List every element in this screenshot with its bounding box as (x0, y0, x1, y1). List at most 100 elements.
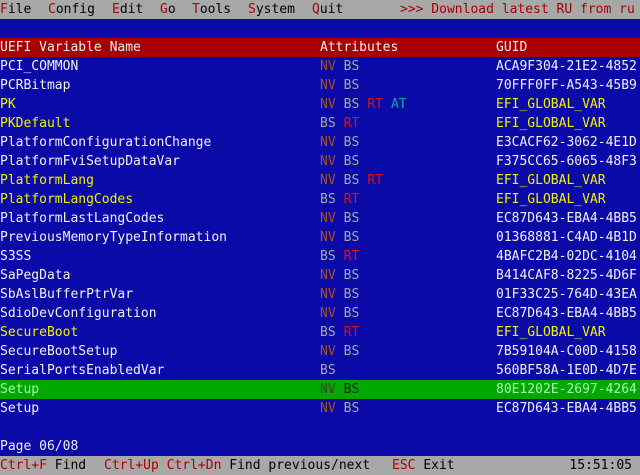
table-row[interactable]: SbAslBufferPtrVar NV BS 01F33C25-764D-43EA (0, 285, 640, 304)
attribute-bs: BS (343, 211, 360, 226)
variable-attributes: NV BS (320, 76, 490, 95)
table-row[interactable]: PlatformFviSetupDataVar NV BS F375CC65-6065… (0, 152, 640, 171)
variable-name: PCRBitmap (0, 78, 71, 93)
variable-guid: EC87D643-EBA4-4BB5 (496, 401, 637, 416)
variable-attributes: NV BS (320, 399, 490, 418)
table-row[interactable]: PlatformLastLangCodes NV BS EC87D643-EBA4-4… (0, 209, 640, 228)
table-row[interactable]: PCI_COMMON NV BS ACA9F304-21E2-4852 (0, 57, 640, 76)
menu-config[interactable]: Config (48, 1, 95, 18)
variable-guid: EC87D643-EBA4-4BB5 (496, 211, 637, 226)
attribute-nv: NV (320, 306, 336, 321)
variable-attributes: NV BS RT (320, 171, 490, 190)
variable-attributes: NV BS (320, 285, 490, 304)
variable-attributes: NV BS (320, 133, 490, 152)
table-row[interactable]: PreviousMemoryTypeInformation NV BS 0136888… (0, 228, 640, 247)
header-attributes[interactable]: Attributes (320, 38, 490, 57)
table-row[interactable]: PCRBitmap NV BS 70FFF0FF-A543-45B9 (0, 76, 640, 95)
table-row[interactable]: SaPegData NV BS B414CAF8-8225-4D6F (0, 266, 640, 285)
variable-name: SecureBoot (0, 325, 79, 340)
attribute-nv: NV (320, 154, 336, 169)
variable-name: SdioDevConfiguration (0, 306, 157, 321)
variable-name: SerialPortsEnabledVar (0, 363, 165, 378)
variable-guid: EC87D643-EBA4-4BB5 (496, 306, 637, 321)
attribute-rt: RT (343, 325, 360, 340)
attribute-nv: NV (320, 401, 336, 416)
table-row[interactable]: PK NV BS RT AT EFI_GLOBAL_VAR (0, 95, 640, 114)
attribute-nv: NV (320, 211, 336, 226)
variable-attributes: NV BS (320, 266, 490, 285)
attribute-bs: BS (343, 287, 360, 302)
variable-name: SaPegData (0, 268, 71, 283)
find-shortcut[interactable]: Ctrl+F Find (0, 456, 86, 475)
menu-file[interactable]: File (0, 1, 31, 18)
variable-attributes: NV BS (320, 342, 490, 361)
table-row[interactable]: PlatformLang NV BS RT EFI_GLOBAL_VAR (0, 171, 640, 190)
menu-edit[interactable]: Edit (112, 1, 143, 18)
status-bar: Ctrl+F Find Ctrl+Up Ctrl+Dn Find previou… (0, 456, 640, 475)
variable-attributes: BS RT (320, 323, 490, 342)
attribute-rt: RT (343, 249, 360, 264)
attribute-nv: NV (320, 97, 336, 112)
variable-name: SbAslBufferPtrVar (0, 287, 134, 302)
attribute-bs: BS (343, 154, 360, 169)
attribute-bs: BS (343, 344, 360, 359)
variable-guid: EFI_GLOBAL_VAR (496, 116, 606, 131)
variable-name: PlatformLastLangCodes (0, 211, 165, 226)
attribute-bs: BS (320, 363, 336, 378)
download-ticker[interactable]: >>> Download latest RU from ru (400, 1, 635, 18)
exit-shortcut[interactable]: ESC Exit (392, 456, 455, 475)
attribute-rt: RT (343, 116, 360, 131)
variable-name: PlatformFviSetupDataVar (0, 154, 181, 169)
variable-guid: 7B59104A-C00D-4158 (496, 344, 637, 359)
table-row[interactable]: SecureBootSetup NV BS 7B59104A-C00D-4158 (0, 342, 640, 361)
variable-guid: B414CAF8-8225-4D6F (496, 268, 637, 283)
attribute-bs: BS (343, 97, 360, 112)
attribute-bs: BS (343, 173, 360, 188)
attribute-nv: NV (320, 287, 336, 302)
menu-go[interactable]: Go (160, 1, 176, 18)
variable-attributes: NV BS (320, 152, 490, 171)
menu-bar: File Config Edit Go Tools System Quit >>… (0, 0, 640, 19)
attribute-nv: NV (320, 135, 336, 150)
table-row[interactable]: PlatformLangCodes BS RT EFI_GLOBAL_VAR (0, 190, 640, 209)
variable-name: PKDefault (0, 116, 71, 131)
variable-guid: 70FFF0FF-A543-45B9 (496, 78, 637, 93)
variable-name: Setup (0, 401, 40, 416)
table-row[interactable]: SerialPortsEnabledVar BS 560BF58A-1E0D-4D7… (0, 361, 640, 380)
variable-guid: EFI_GLOBAL_VAR (496, 97, 606, 112)
variable-name: PlatformConfigurationChange (0, 135, 212, 150)
table-header: UEFI Variable Name Attributes GUID (0, 38, 640, 57)
attribute-nv: NV (320, 344, 336, 359)
variable-guid: EFI_GLOBAL_VAR (496, 173, 606, 188)
attribute-nv: NV (320, 78, 336, 93)
attribute-bs: BS (343, 268, 360, 283)
variable-attributes: BS RT (320, 190, 490, 209)
clock: 15:51:05 (569, 458, 632, 473)
variable-attributes: NV BS (320, 57, 490, 76)
menu-quit[interactable]: Quit (312, 1, 343, 18)
attribute-at: AT (390, 97, 407, 112)
variable-guid: F375CC65-6065-48F3 (496, 154, 637, 169)
attribute-bs: BS (320, 249, 336, 264)
find-prev-next-shortcut[interactable]: Ctrl+Up Ctrl+Dn Find previous/next (104, 456, 370, 475)
variable-attributes: NV BS (320, 380, 490, 399)
attribute-bs: BS (343, 401, 360, 416)
attribute-bs: BS (343, 78, 360, 93)
variable-attributes: NV BS (320, 304, 490, 323)
table-row[interactable]: S3SS BS RT 4BAFC2B4-02DC-4104 (0, 247, 640, 266)
menu-tools[interactable]: Tools (192, 1, 231, 18)
variable-name: Setup (0, 382, 40, 397)
table-row[interactable]: SecureBoot BS RT EFI_GLOBAL_VAR (0, 323, 640, 342)
variable-name: PK (0, 97, 16, 112)
table-row[interactable]: PlatformConfigurationChange NV BS E3CACF62-… (0, 133, 640, 152)
table-row[interactable]: Setup NV BS 80E1202E-2697-4264 (0, 380, 640, 399)
variable-guid: 560BF58A-1E0D-4D7E (496, 363, 637, 378)
menu-system[interactable]: System (248, 1, 295, 18)
header-name[interactable]: UEFI Variable Name (0, 38, 318, 57)
table-row[interactable]: Setup NV BS EC87D643-EBA4-4BB5 (0, 399, 640, 418)
table-row[interactable]: SdioDevConfiguration NV BS EC87D643-EBA4-4B… (0, 304, 640, 323)
variable-attributes: NV BS (320, 228, 490, 247)
header-guid[interactable]: GUID (496, 38, 640, 57)
attribute-rt: RT (367, 173, 383, 188)
table-row[interactable]: PKDefault BS RT EFI_GLOBAL_VAR (0, 114, 640, 133)
